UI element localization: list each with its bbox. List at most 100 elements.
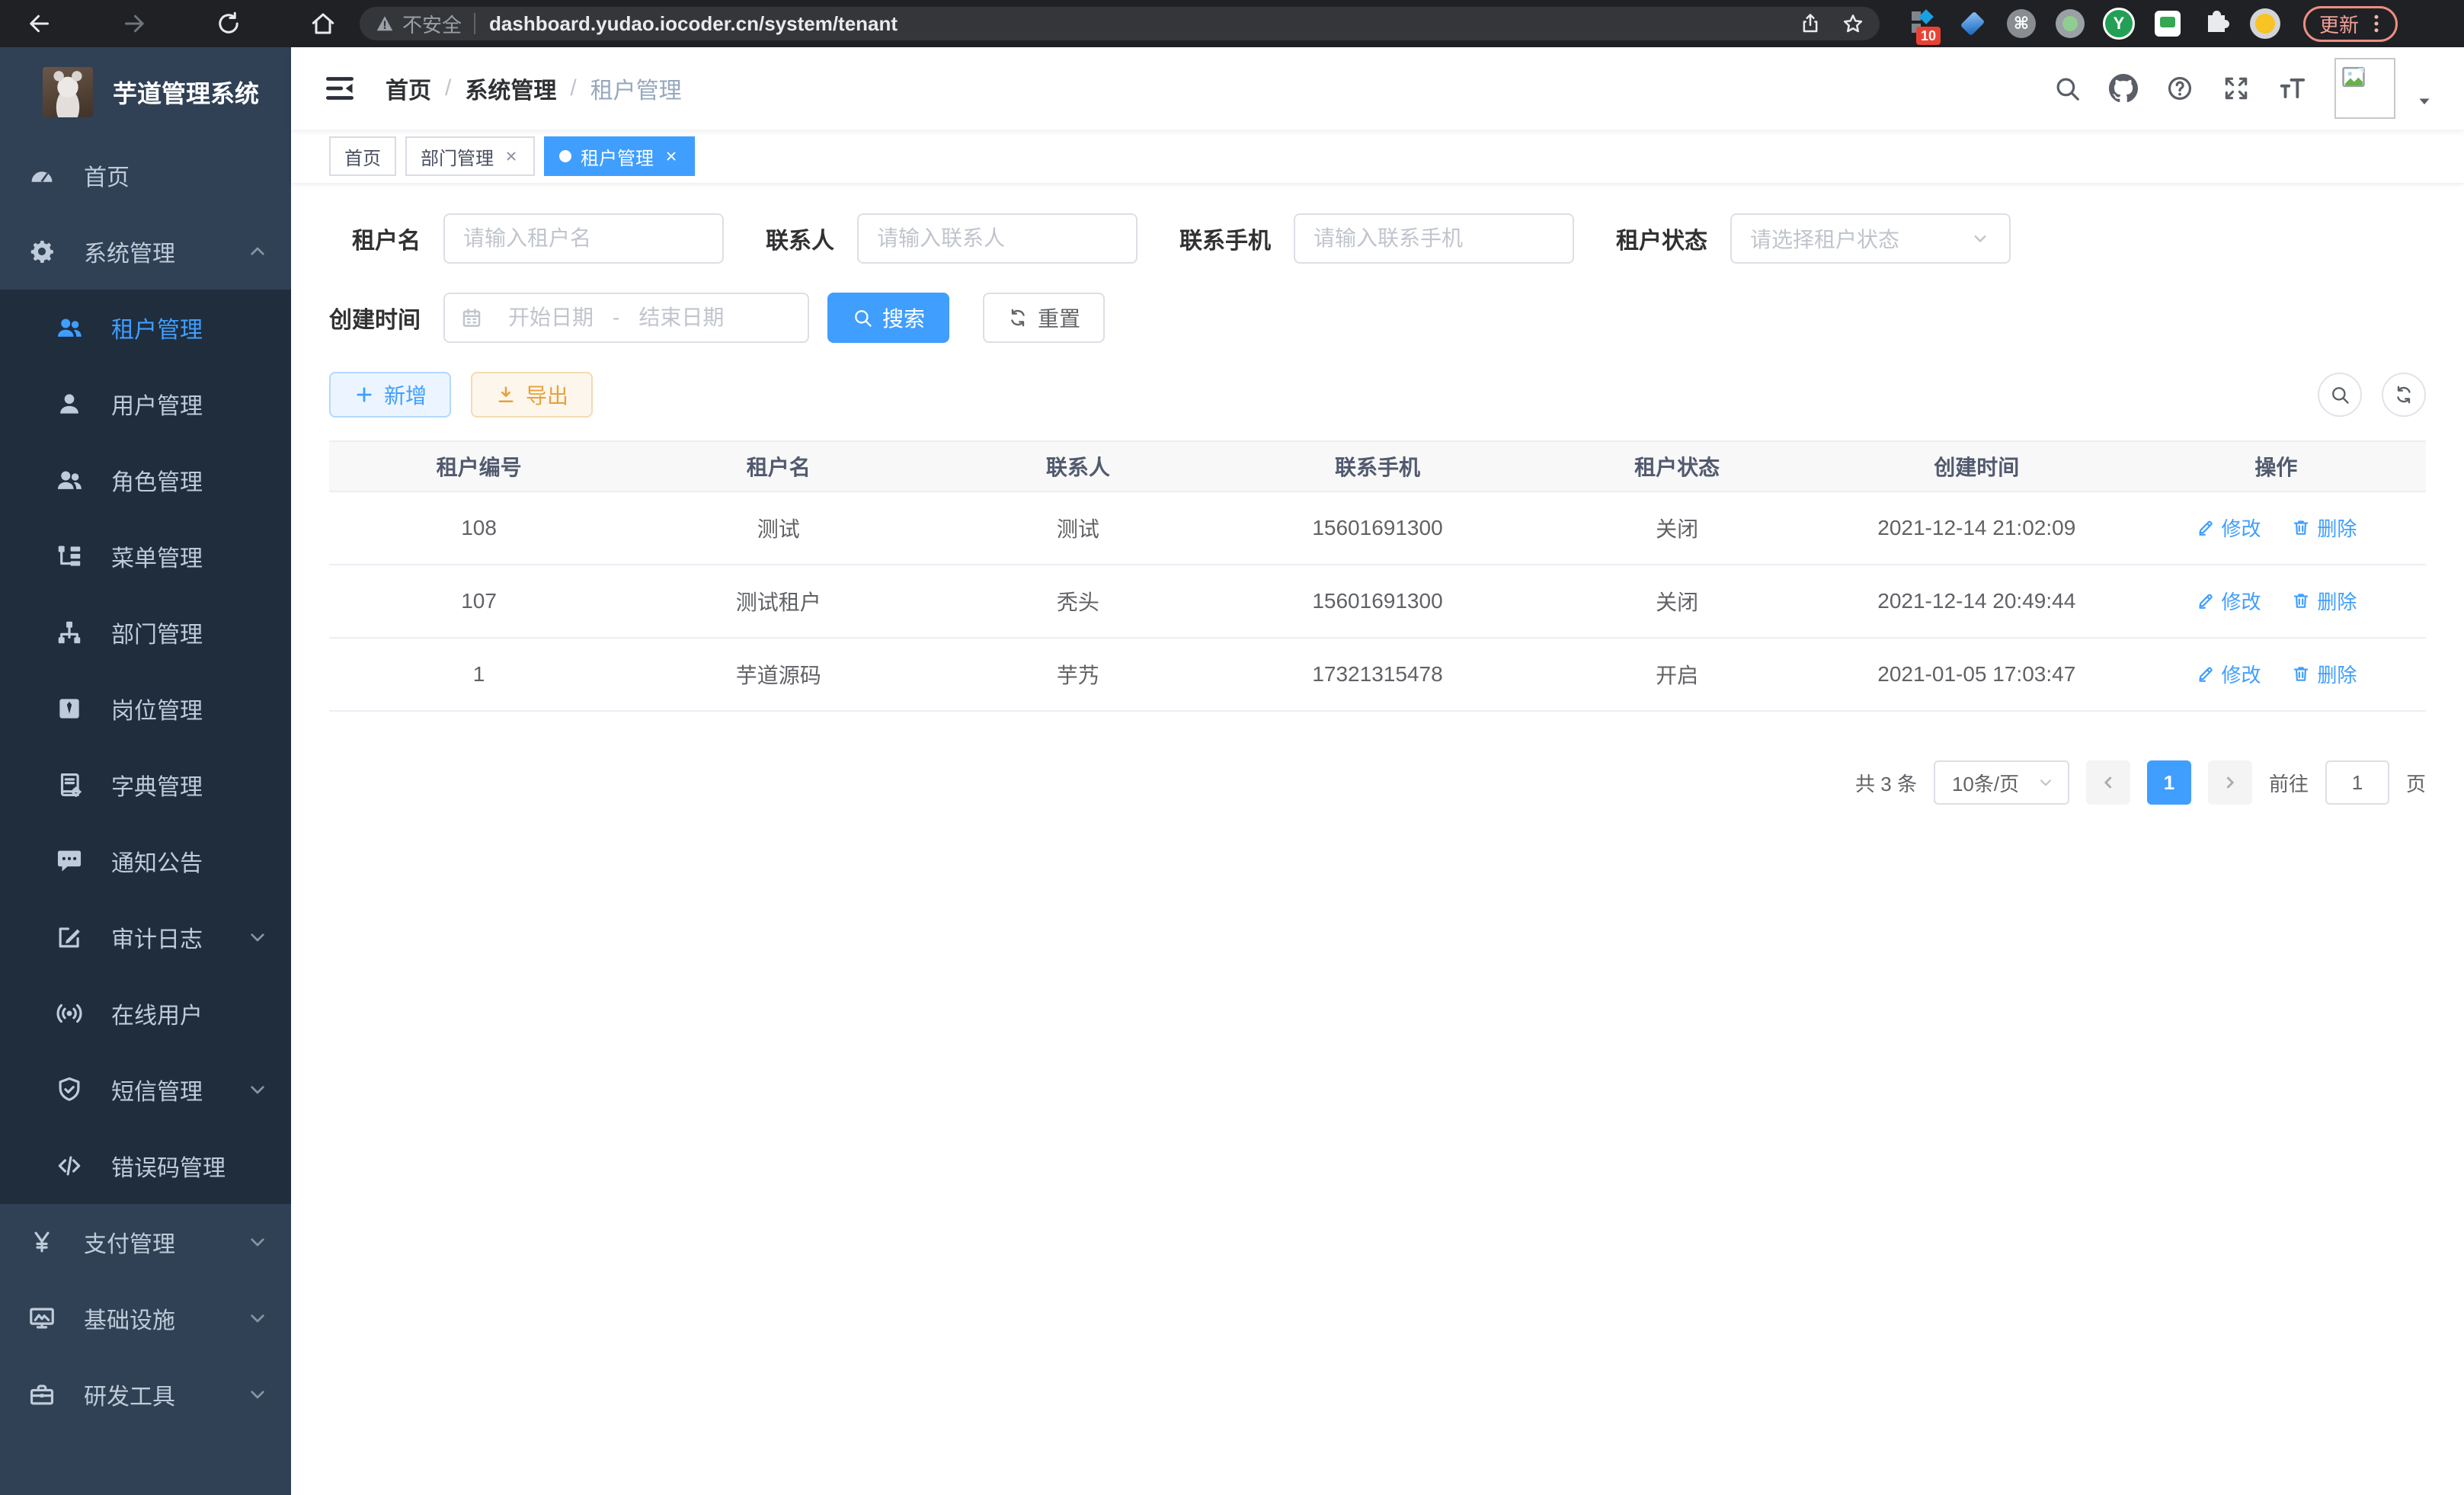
sidebar-item-label: 基础设施 <box>84 1301 175 1335</box>
filter-row-2: 创建时间 - 搜索 重置 <box>329 293 2426 343</box>
search-button[interactable]: 搜索 <box>827 293 949 343</box>
view-tab[interactable]: 租户管理 <box>544 136 695 176</box>
header-search-icon[interactable] <box>2053 74 2082 103</box>
app-logo[interactable]: 芋道管理系统 <box>0 47 291 137</box>
app-title: 芋道管理系统 <box>113 75 259 110</box>
close-tab-icon[interactable] <box>663 148 680 165</box>
tenant-status-select[interactable]: 请选择租户状态 <box>1730 213 2011 264</box>
browser-reload-icon[interactable] <box>215 10 242 37</box>
letter-y-icon[interactable]: Y <box>2102 7 2136 40</box>
browser-forward-icon[interactable] <box>120 10 148 37</box>
address-bar[interactable]: 不安全 dashboard.yudao.iocoder.cn/system/te… <box>360 7 1880 40</box>
bookmark-star-icon[interactable] <box>1842 12 1864 35</box>
tabs-bar: 首页 部门管理 租户管理 <box>291 130 2464 183</box>
delete-tenant-link[interactable]: 删除 <box>2291 514 2357 542</box>
sidebar-item[interactable]: 审计日志 <box>0 899 291 975</box>
table-cell: 2021-12-14 20:49:44 <box>1827 565 2126 638</box>
avatar-caret-icon[interactable] <box>2415 92 2434 110</box>
delete-tenant-link[interactable]: 删除 <box>2291 660 2357 688</box>
command-icon[interactable]: ⌘ <box>2005 7 2038 40</box>
sidebar-item[interactable]: 基础设施 <box>0 1280 291 1356</box>
update-label: 更新 <box>2319 10 2359 38</box>
browser-back-icon[interactable] <box>26 10 53 37</box>
view-tab[interactable]: 部门管理 <box>405 136 535 176</box>
sidebar-item[interactable]: 错误码管理 <box>0 1128 291 1204</box>
sidebar-item[interactable]: 短信管理 <box>0 1052 291 1128</box>
sidebar-item[interactable]: 支付管理 <box>0 1204 291 1280</box>
sidebar-item[interactable]: 系统管理 <box>0 213 291 290</box>
tab-label: 首页 <box>344 143 381 170</box>
add-tenant-button[interactable]: 新增 <box>329 372 451 418</box>
record-icon[interactable] <box>2053 7 2087 40</box>
breadcrumb-separator: / <box>445 75 451 101</box>
sidebar-item[interactable]: 首页 <box>0 137 291 213</box>
help-icon[interactable] <box>2165 74 2194 103</box>
breadcrumb-label[interactable]: 系统管理 <box>465 72 556 105</box>
job-icon <box>55 694 84 723</box>
active-tab-dot <box>559 150 571 162</box>
mobile-field[interactable] <box>1294 213 1574 264</box>
top-navbar: 首页 / 系统管理 / 租户管理 <box>291 47 2464 130</box>
contact-input[interactable] <box>877 226 1118 251</box>
sidebar-toggle-icon[interactable] <box>323 72 357 105</box>
sidebar-item[interactable]: 角色管理 <box>0 442 291 518</box>
security-warning-icon[interactable] <box>375 14 395 34</box>
sidebar-item[interactable]: 在线用户 <box>0 975 291 1052</box>
start-date-input[interactable] <box>494 306 608 330</box>
emoji-icon[interactable] <box>2248 7 2282 40</box>
table-row: 108测试测试15601691300关闭2021-12-14 21:02:09 … <box>329 491 2426 565</box>
browser-nav-buttons <box>26 10 337 37</box>
table-column-header: 联系手机 <box>1227 441 1527 491</box>
browser-home-icon[interactable] <box>309 10 337 37</box>
breadcrumb-item: 首页 <box>386 72 431 105</box>
current-page-button[interactable]: 1 <box>2147 760 2191 805</box>
delete-tenant-link[interactable]: 删除 <box>2291 587 2357 615</box>
sidebar-item[interactable]: 字典管理 <box>0 747 291 823</box>
font-size-icon[interactable] <box>2278 74 2307 103</box>
close-tab-icon[interactable] <box>503 148 520 165</box>
end-date-input[interactable] <box>624 306 738 330</box>
fullscreen-icon[interactable] <box>2222 74 2251 103</box>
sidebar-item[interactable]: 部门管理 <box>0 594 291 671</box>
user-icon <box>55 389 84 418</box>
prev-page-button[interactable] <box>2086 760 2130 805</box>
edit-tenant-link[interactable]: 修改 <box>2196 587 2261 615</box>
create-time-range-picker[interactable]: - <box>443 293 809 343</box>
avatar[interactable] <box>2334 58 2395 119</box>
chat-icon[interactable] <box>2151 7 2184 40</box>
refresh-table-button[interactable] <box>2382 373 2426 417</box>
sidebar-item[interactable]: 研发工具 <box>0 1356 291 1433</box>
contact-field[interactable] <box>857 213 1138 264</box>
breadcrumb-label[interactable]: 租户管理 <box>590 72 682 105</box>
contact-label: 联系人 <box>766 222 834 255</box>
edit-tenant-link[interactable]: 修改 <box>2196 660 2261 688</box>
tenant-name-input[interactable] <box>463 226 704 251</box>
page-size-select[interactable]: 10条/页 <box>1934 760 2069 805</box>
breadcrumb-label[interactable]: 首页 <box>386 72 431 105</box>
next-page-button[interactable] <box>2208 760 2252 805</box>
plus-icon <box>354 384 375 405</box>
sidebar-item[interactable]: 用户管理 <box>0 366 291 442</box>
toggle-search-button[interactable] <box>2318 373 2362 417</box>
kite-icon[interactable] <box>1956 7 1989 40</box>
sidebar-item[interactable]: 通知公告 <box>0 823 291 899</box>
security-label[interactable]: 不安全 <box>402 10 462 38</box>
sidebar-item[interactable]: 菜单管理 <box>0 518 291 594</box>
share-icon[interactable] <box>1799 12 1822 35</box>
goto-page-input[interactable] <box>2325 760 2389 805</box>
export-button[interactable]: 导出 <box>471 372 593 418</box>
grid-badge-icon[interactable]: 10 <box>1907 7 1941 40</box>
sidebar-item-label: 首页 <box>84 158 130 192</box>
sidebar-item[interactable]: 租户管理 <box>0 290 291 366</box>
table-cell: 关闭 <box>1528 565 1827 638</box>
reset-button[interactable]: 重置 <box>983 293 1105 343</box>
view-tab[interactable]: 首页 <box>329 136 396 176</box>
puzzle-icon[interactable] <box>2200 7 2233 40</box>
sidebar-item[interactable]: 岗位管理 <box>0 671 291 747</box>
browser-update-button[interactable]: 更新 <box>2303 6 2398 42</box>
mobile-input[interactable] <box>1314 226 1554 251</box>
edit-tenant-link[interactable]: 修改 <box>2196 514 2261 542</box>
browser-menu-icon[interactable] <box>2365 12 2388 35</box>
tenant-name-field[interactable] <box>443 213 724 264</box>
github-icon[interactable] <box>2109 74 2138 103</box>
